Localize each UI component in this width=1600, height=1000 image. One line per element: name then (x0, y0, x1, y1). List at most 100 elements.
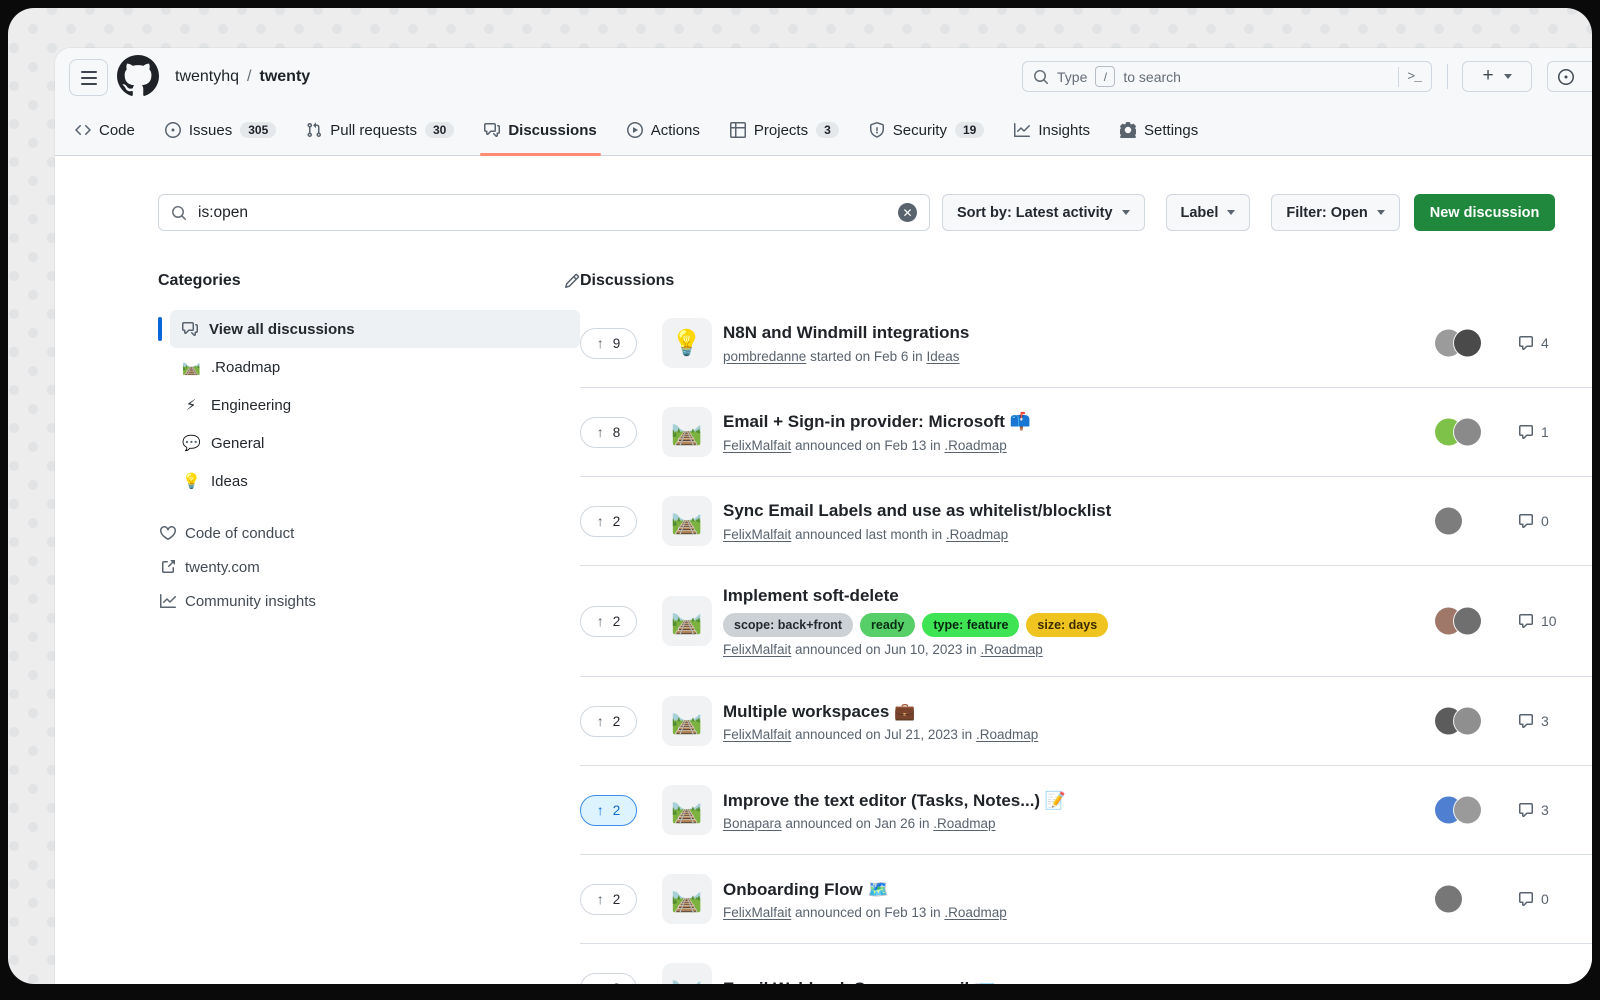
avatar[interactable] (1454, 708, 1481, 735)
issues-global-button[interactable] (1547, 61, 1592, 92)
tab-discussions[interactable]: Discussions (476, 105, 604, 155)
tab-projects[interactable]: Projects 3 (722, 105, 847, 155)
participant-avatars (1443, 886, 1462, 913)
repo-nav: Code Issues 305 Pull requests 30 Discuss… (55, 105, 1206, 155)
upvote-arrow-icon: ↑ (597, 513, 604, 529)
code-of-conduct-link[interactable]: Code of conduct (158, 516, 580, 550)
breadcrumb-org[interactable]: twentyhq (175, 68, 239, 86)
github-logo-icon[interactable] (117, 55, 159, 97)
discussions-panel: Discussions ↑9 💡 N8N and Windmill integr… (580, 272, 1592, 984)
new-discussion-button[interactable]: New discussion (1414, 194, 1556, 231)
author-link[interactable]: FelixMalfait (723, 727, 791, 742)
comment-count[interactable]: 0 (1518, 513, 1549, 529)
comment-count[interactable]: 10 (1518, 613, 1557, 629)
avatar[interactable] (1454, 330, 1481, 357)
upvote-button[interactable]: ↑9 (580, 328, 637, 359)
label-pill[interactable]: scope: back+front (723, 613, 853, 637)
discussion-title-link[interactable]: Email Webhook Sync on gmail 📨 (723, 978, 995, 984)
global-search-input[interactable]: Type / to search >_ (1022, 61, 1432, 92)
hamburger-menu-button[interactable] (69, 59, 108, 96)
sidebar-item-roadmap[interactable]: 🛤️ .Roadmap (170, 348, 580, 386)
upvote-button[interactable]: ↑2 (580, 706, 637, 737)
categories-sidebar: Categories View all discussions 🛤️ .Road… (158, 272, 580, 618)
sidebar-item-engineering[interactable]: ⚡ Engineering (170, 386, 580, 424)
category-link[interactable]: .Roadmap (944, 905, 1006, 920)
discussion-title-link[interactable]: Improve the text editor (Tasks, Notes...… (723, 790, 1066, 811)
counter-badge: 19 (955, 122, 984, 138)
discussion-title-link[interactable]: Onboarding Flow 🗺️ (723, 879, 1007, 900)
command-palette-icon[interactable]: >_ (1407, 69, 1421, 84)
category-emoji-icon: 🛤️ (662, 874, 712, 924)
upvote-button-voted[interactable]: ↑2 (580, 795, 637, 826)
upvote-button[interactable]: ↑8 (580, 417, 637, 448)
label-pill[interactable]: ready (860, 613, 915, 637)
author-link[interactable]: Bonapara (723, 816, 782, 831)
author-link[interactable]: FelixMalfait (723, 642, 791, 657)
category-link[interactable]: .Roadmap (933, 816, 995, 831)
avatar[interactable] (1435, 886, 1462, 913)
avatar[interactable] (1454, 608, 1481, 635)
author-link[interactable]: pombredanne (723, 349, 806, 364)
category-emoji-icon: 💡 (662, 318, 712, 368)
speech-balloon-emoji-icon: 💬 (182, 434, 200, 452)
sort-by-dropdown[interactable]: Sort by: Latest activity (942, 194, 1145, 231)
chevron-down-icon (1122, 210, 1130, 215)
upvote-button[interactable]: ↑2 (580, 606, 637, 637)
tab-security[interactable]: Security 19 (861, 105, 993, 155)
discussions-search-value[interactable] (196, 203, 889, 223)
clear-search-icon[interactable]: ✕ (898, 203, 917, 222)
twenty-com-link[interactable]: twenty.com (158, 550, 580, 584)
comment-count[interactable]: 0 (1518, 891, 1549, 907)
discussions-search-input[interactable]: ✕ (158, 194, 930, 231)
comment-count[interactable]: 3 (1518, 802, 1549, 818)
tab-insights[interactable]: Insights (1006, 105, 1098, 155)
community-insights-link[interactable]: Community insights (158, 584, 580, 618)
avatar[interactable] (1435, 508, 1462, 535)
meta-text: announced on Feb 13 in (795, 905, 941, 920)
edit-categories-icon[interactable] (564, 273, 580, 289)
tab-code[interactable]: Code (67, 105, 143, 155)
table-icon (730, 122, 746, 138)
tab-actions[interactable]: Actions (619, 105, 708, 155)
breadcrumb-repo[interactable]: twenty (260, 68, 311, 86)
category-link[interactable]: .Roadmap (944, 438, 1006, 453)
sidebar-item-label: View all discussions (209, 321, 355, 338)
comment-count[interactable]: 3 (1518, 713, 1549, 729)
sidebar-link-label: Community insights (185, 593, 316, 610)
discussion-title-link[interactable]: N8N and Windmill integrations (723, 322, 969, 343)
discussion-title-link[interactable]: Email + Sign-in provider: Microsoft 📫 (723, 411, 1031, 432)
category-link[interactable]: .Roadmap (976, 727, 1038, 742)
author-link[interactable]: FelixMalfait (723, 438, 791, 453)
label-pill[interactable]: type: feature (922, 613, 1019, 637)
sidebar-item-ideas[interactable]: 💡 Ideas (170, 462, 580, 500)
upvote-button[interactable]: ↑2 (580, 973, 637, 984)
tab-settings[interactable]: Settings (1112, 105, 1206, 155)
author-link[interactable]: FelixMalfait (723, 527, 791, 542)
upvote-button[interactable]: ↑2 (580, 884, 637, 915)
discussion-title-link[interactable]: Sync Email Labels and use as whitelist/b… (723, 500, 1111, 521)
filter-dropdown[interactable]: Filter: Open (1271, 194, 1399, 231)
author-link[interactable]: FelixMalfait (723, 905, 791, 920)
upvote-button[interactable]: ↑2 (580, 506, 637, 537)
avatar[interactable] (1454, 797, 1481, 824)
category-link[interactable]: .Roadmap (980, 642, 1042, 657)
tab-pull-requests[interactable]: Pull requests 30 (298, 105, 462, 155)
sidebar-item-general[interactable]: 💬 General (170, 424, 580, 462)
sidebar-item-label: Ideas (211, 473, 248, 490)
label-dropdown[interactable]: Label (1166, 194, 1251, 231)
discussion-title-link[interactable]: Multiple workspaces 💼 (723, 701, 1038, 722)
category-link[interactable]: .Roadmap (946, 527, 1008, 542)
sidebar-item-view-all-discussions[interactable]: View all discussions (170, 310, 580, 348)
upvote-count: 2 (613, 981, 621, 984)
create-new-button[interactable]: + (1462, 61, 1532, 92)
breadcrumb-separator: / (247, 68, 251, 86)
comment-count[interactable]: 4 (1518, 335, 1549, 351)
comment-count[interactable]: 1 (1518, 424, 1549, 440)
avatar[interactable] (1454, 419, 1481, 446)
comment-discussion-icon (484, 122, 500, 138)
discussion-title-link[interactable]: Implement soft-delete (723, 585, 1108, 606)
comment-count-value: 1 (1541, 424, 1549, 440)
category-link[interactable]: Ideas (926, 349, 959, 364)
label-pill[interactable]: size: days (1026, 613, 1108, 637)
tab-issues[interactable]: Issues 305 (157, 105, 284, 155)
